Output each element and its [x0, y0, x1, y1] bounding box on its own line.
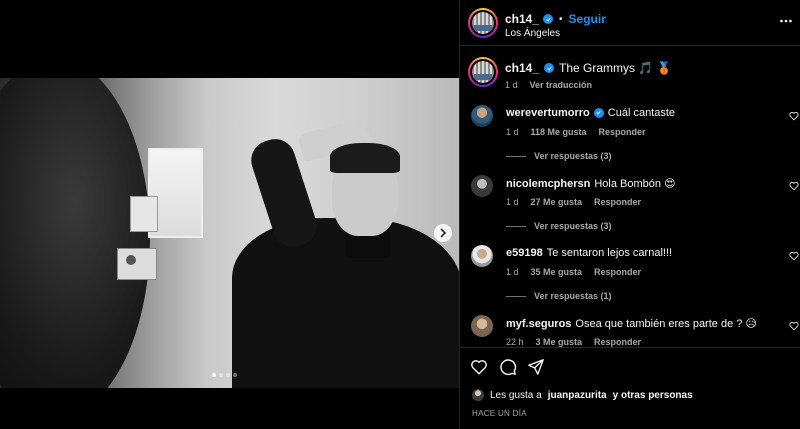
post-timestamp[interactable]: HACE UN DÍA	[472, 409, 527, 418]
comment-text: Te sentaron lejos carnal!!!	[546, 247, 673, 259]
reply-button[interactable]: Responder	[599, 127, 646, 137]
commenter-avatar[interactable]	[471, 105, 493, 127]
comment-likes[interactable]: 35 Me gusta	[531, 267, 583, 277]
comment-time[interactable]: 22 h	[506, 337, 524, 347]
reply-button[interactable]: Responder	[594, 267, 641, 277]
commenter-username[interactable]: myf.seguros	[506, 318, 571, 330]
chevron-right-icon	[440, 228, 447, 238]
post-media-area	[0, 0, 459, 429]
comment-text: Cuál cantaste	[607, 107, 676, 119]
reply-button[interactable]: Responder	[594, 197, 641, 207]
author-avatar[interactable]	[468, 8, 498, 38]
comment-likes[interactable]: 118 Me gusta	[531, 127, 587, 137]
photo-foreground-blur	[0, 78, 150, 388]
photo-frame	[117, 248, 157, 280]
comment-icon[interactable]	[499, 358, 517, 376]
carousel-dot	[233, 373, 237, 377]
caption-meta: 1 d Ver traducción	[505, 80, 592, 90]
view-replies-label: Ver respuestas (3)	[534, 151, 612, 161]
post-side-panel: ch14_ • Seguir Los Ángeles ch14_ The Gra…	[459, 0, 800, 429]
verified-badge-icon	[544, 63, 555, 73]
comment-likes[interactable]: 27 Me gusta	[531, 197, 583, 207]
carousel-dot	[212, 373, 216, 377]
liker-username[interactable]: juanpazurita	[548, 390, 607, 401]
comment-likes[interactable]: 3 Me gusta	[536, 337, 583, 347]
reply-button[interactable]: Responder	[594, 337, 641, 347]
comment-text: Osea que también eres parte de ? 😥	[575, 318, 757, 330]
likes-suffix[interactable]: y otras personas	[613, 390, 693, 401]
author-username[interactable]: ch14_	[505, 12, 539, 26]
caption-text: The Grammys 🎵 🥉	[559, 61, 672, 75]
comment-meta: 1 d 35 Me gusta Responder	[506, 267, 641, 277]
view-replies-button[interactable]: Ver respuestas (3)	[506, 151, 612, 161]
heart-icon[interactable]	[789, 251, 799, 261]
heart-icon[interactable]	[470, 358, 488, 376]
post-photo[interactable]	[0, 78, 459, 388]
view-replies-label: Ver respuestas (1)	[534, 291, 612, 301]
likes-summary[interactable]: Les gusta a juanpazurita y otras persona…	[472, 389, 693, 401]
comment-meta: 22 h 3 Me gusta Responder	[506, 337, 641, 347]
comment-item: werevertumorro Cuál cantaste 1 d 118 Me g…	[460, 105, 800, 165]
heart-icon[interactable]	[789, 181, 799, 191]
liker-avatar[interactable]	[472, 389, 484, 401]
post-caption: ch14_ The Grammys 🎵 🥉	[505, 61, 672, 75]
more-icon[interactable]	[779, 14, 793, 28]
post-location[interactable]: Los Ángeles	[505, 28, 560, 39]
commenter-avatar[interactable]	[471, 315, 493, 337]
commenter-username[interactable]: e59198	[506, 247, 543, 259]
carousel-indicator	[212, 373, 237, 377]
verified-badge-icon	[593, 107, 604, 118]
view-replies-label: Ver respuestas (3)	[534, 221, 612, 231]
carousel-dot	[226, 373, 230, 377]
heart-icon[interactable]	[789, 321, 799, 331]
see-translation-link[interactable]: Ver traducción	[530, 80, 593, 90]
verified-badge-icon	[543, 14, 554, 24]
comment-text-line: nicolemcphersn Hola Bombón 😍	[506, 177, 786, 190]
comment-time[interactable]: 1 d	[506, 127, 519, 137]
comments-list[interactable]: ch14_ The Grammys 🎵 🥉 1 d Ver traducción…	[460, 47, 800, 347]
commenter-avatar[interactable]	[471, 175, 493, 197]
caption-author-avatar[interactable]	[468, 57, 498, 87]
comment-meta: 1 d 118 Me gusta Responder	[506, 127, 646, 137]
comment-time[interactable]: 1 d	[506, 267, 519, 277]
commenter-username[interactable]: nicolemcphersn	[506, 178, 590, 190]
likes-prefix: Les gusta a	[490, 389, 542, 401]
comment-time[interactable]: 1 d	[506, 197, 519, 207]
view-replies-button[interactable]: Ver respuestas (3)	[506, 221, 612, 231]
post-header: ch14_ • Seguir Los Ángeles	[460, 0, 800, 46]
commenter-username[interactable]: werevertumorro	[506, 107, 590, 119]
carousel-dot	[219, 373, 223, 377]
comment-item: e59198 Te sentaron lejos carnal!!! 1 d 35…	[460, 245, 800, 305]
view-replies-button[interactable]: Ver respuestas (1)	[506, 291, 612, 301]
comment-text-line: myf.seguros Osea que también eres parte d…	[506, 317, 786, 330]
post-actions-bar: Les gusta a juanpazurita y otras persona…	[460, 347, 800, 429]
caption-time[interactable]: 1 d	[505, 80, 518, 90]
comment-text: Hola Bombón 😍	[594, 178, 676, 190]
comment-meta: 1 d 27 Me gusta Responder	[506, 197, 641, 207]
photo-subject-hair	[330, 143, 400, 173]
carousel-next-button[interactable]	[434, 224, 452, 242]
comment-item: myf.seguros Osea que también eres parte d…	[460, 315, 800, 347]
caption-username[interactable]: ch14_	[505, 61, 539, 75]
comment-item: nicolemcphersn Hola Bombón 😍 1 d 27 Me gu…	[460, 175, 800, 235]
commenter-avatar[interactable]	[471, 245, 493, 267]
comment-text-line: e59198 Te sentaron lejos carnal!!!	[506, 247, 786, 259]
separator-dot: •	[559, 13, 563, 25]
comment-text-line: werevertumorro Cuál cantaste	[506, 107, 786, 119]
photo-frame	[130, 196, 158, 232]
heart-icon[interactable]	[789, 111, 799, 121]
share-icon[interactable]	[527, 358, 545, 376]
follow-button[interactable]: Seguir	[569, 12, 606, 26]
